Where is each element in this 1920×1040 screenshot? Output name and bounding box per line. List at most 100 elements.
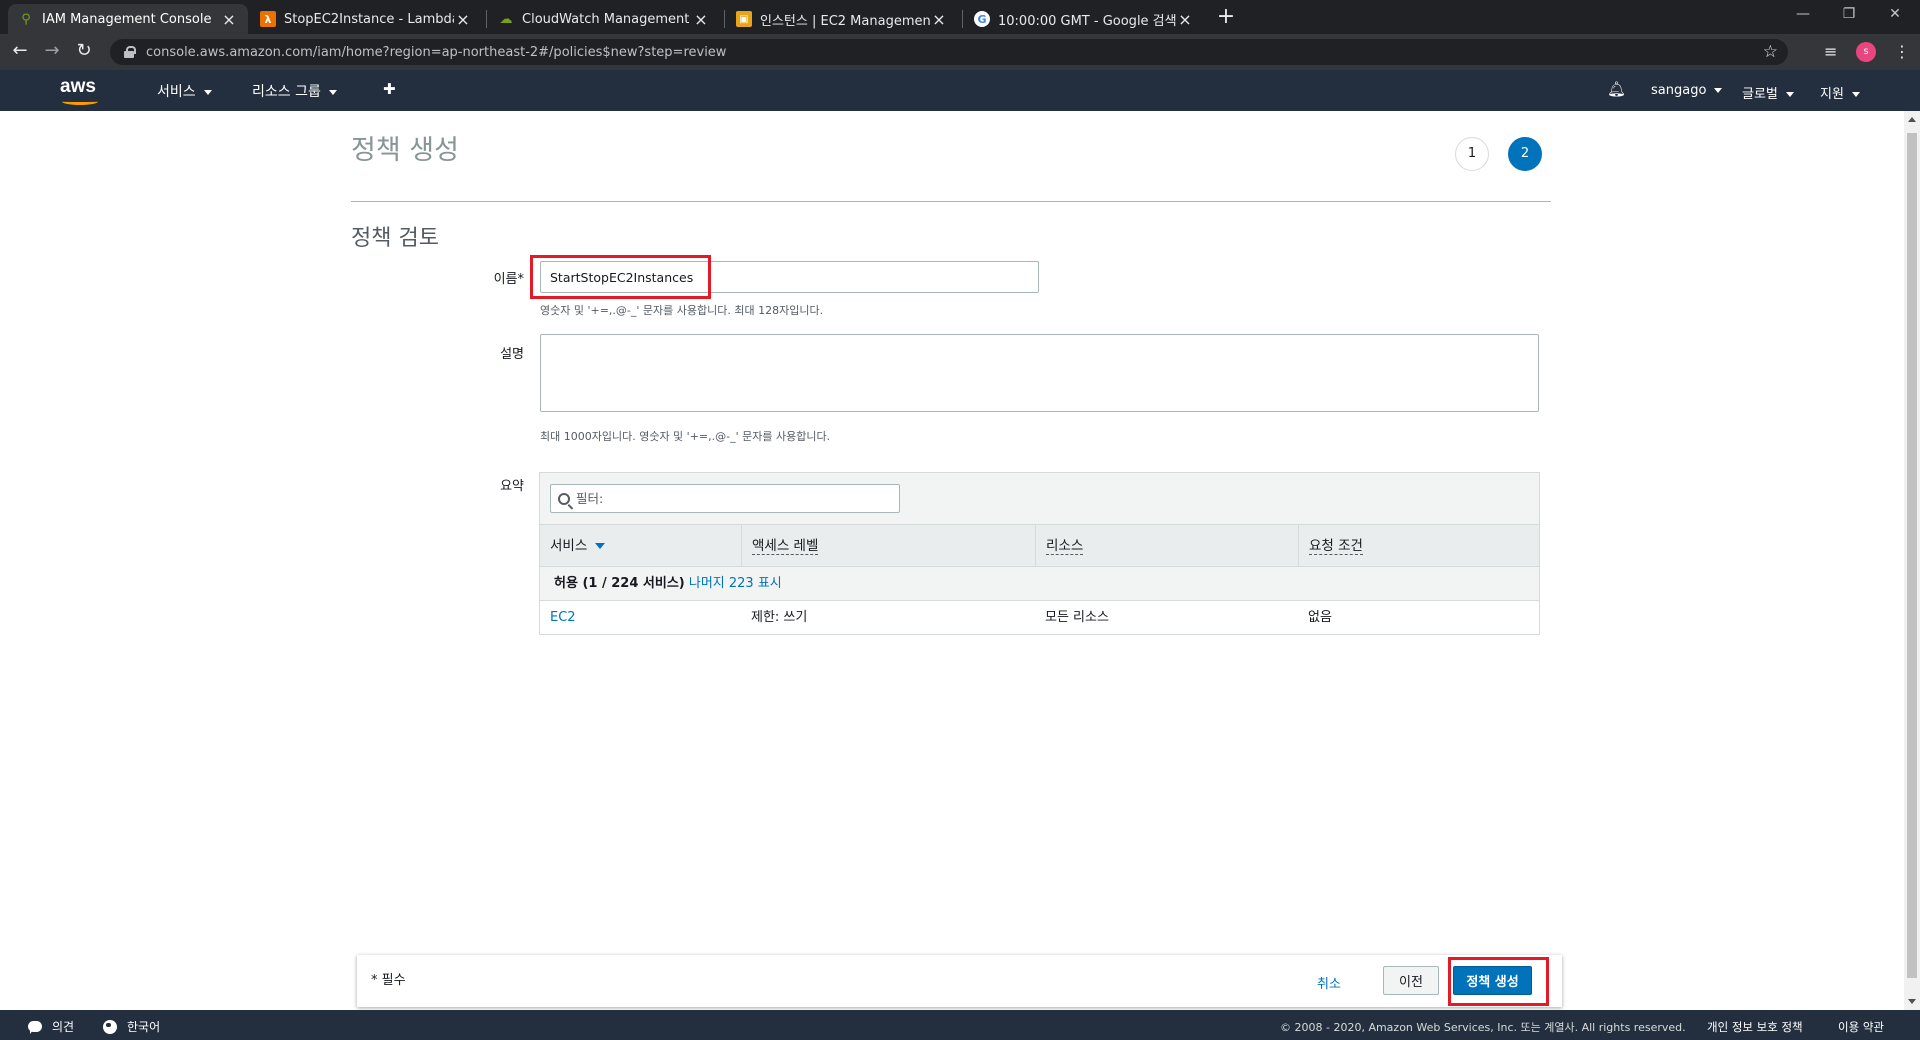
- aws-lambda-icon: λ: [260, 11, 276, 27]
- column-label: 요청 조건: [1309, 538, 1363, 555]
- profile-avatar[interactable]: s: [1856, 42, 1876, 62]
- services-menu[interactable]: 서비스: [157, 81, 212, 101]
- scroll-up-icon[interactable]: [1908, 117, 1916, 122]
- address-bar[interactable]: console.aws.amazon.com/iam/home?region=a…: [110, 39, 1788, 65]
- wizard-step-2: 2: [1508, 137, 1542, 171]
- close-window-icon[interactable]: ✕: [1872, 0, 1918, 30]
- chevron-down-icon: [203, 89, 212, 95]
- tab-separator: [962, 10, 963, 28]
- restore-window-icon[interactable]: ❐: [1826, 0, 1872, 30]
- close-tab-icon[interactable]: ×: [1176, 10, 1194, 29]
- service-link[interactable]: EC2: [550, 610, 576, 625]
- aws-footer: 의견 한국어 © 2008 - 2020, Amazon Web Service…: [0, 1010, 1920, 1040]
- aws-logo-text: aws: [60, 76, 96, 97]
- create-policy-button[interactable]: 정책 생성: [1453, 966, 1532, 995]
- scroll-down-icon[interactable]: [1908, 999, 1916, 1004]
- resource-groups-label: 리소스 그룹: [252, 84, 321, 100]
- account-username: sangago: [1651, 83, 1707, 98]
- filter-box[interactable]: [550, 484, 900, 513]
- close-tab-icon[interactable]: ×: [930, 10, 948, 29]
- column-label: 서비스: [550, 538, 588, 554]
- chevron-down-icon: [1851, 92, 1860, 97]
- back-arrow-icon[interactable]: ←: [8, 40, 32, 64]
- tab-title: 인스턴스 | EC2 Management Co: [760, 13, 930, 29]
- cell-access-level: 제한: 쓰기: [751, 610, 808, 625]
- browser-tab-cloudwatch[interactable]: ☁ CloudWatch Management Cons ×: [488, 4, 720, 34]
- column-header-resource[interactable]: 리소스: [1035, 525, 1298, 567]
- table-header: 서비스 액세스 레벨 리소스 요청 조건: [540, 525, 1539, 567]
- media-queue-icon[interactable]: ≡: [1824, 42, 1837, 61]
- policy-description-input[interactable]: [540, 334, 1539, 412]
- column-header-access-level[interactable]: 액세스 레벨: [741, 525, 1035, 567]
- speech-bubble-icon: [28, 1021, 42, 1034]
- aws-logo[interactable]: aws: [60, 76, 102, 106]
- column-label: 액세스 레벨: [752, 538, 819, 555]
- language-label: 한국어: [127, 1020, 161, 1034]
- minimize-window-icon[interactable]: —: [1780, 0, 1826, 30]
- region-menu[interactable]: 글로벌: [1742, 83, 1794, 102]
- sort-desc-icon[interactable]: [595, 543, 606, 549]
- cancel-button[interactable]: 취소: [1317, 973, 1341, 992]
- column-header-request-condition[interactable]: 요청 조건: [1298, 525, 1539, 567]
- previous-button[interactable]: 이전: [1383, 966, 1439, 995]
- chevron-down-icon: [1714, 88, 1723, 93]
- tab-title: StopEC2Instance - Lambda: [284, 11, 454, 27]
- chevron-down-icon: [1785, 92, 1794, 97]
- copyright-text: © 2008 - 2020, Amazon Web Services, Inc.…: [1280, 1021, 1686, 1034]
- resource-groups-menu[interactable]: 리소스 그룹: [252, 81, 337, 101]
- table-row: EC2 제한: 쓰기 모든 리소스 없음: [540, 601, 1539, 635]
- support-label: 지원: [1820, 87, 1844, 102]
- form-action-bar: * 필수 취소 이전 정책 생성: [357, 955, 1562, 1007]
- policy-name-input[interactable]: [540, 261, 1039, 293]
- pin-icon[interactable]: ✚: [383, 80, 396, 98]
- browser-tab-ec2[interactable]: ▣ 인스턴스 | EC2 Management Co ×: [726, 4, 958, 34]
- language-selector[interactable]: 한국어: [103, 1018, 160, 1035]
- privacy-link[interactable]: 개인 정보 보호 정책: [1707, 1019, 1803, 1035]
- reload-icon[interactable]: ↻: [72, 40, 96, 64]
- scrollbar-thumb[interactable]: [1907, 133, 1917, 978]
- feedback-link[interactable]: 의견: [28, 1018, 74, 1035]
- tab-title: 10:00:00 GMT - Google 검색: [998, 13, 1176, 29]
- tab-separator: [486, 10, 487, 28]
- wizard-step-1[interactable]: 1: [1455, 137, 1489, 171]
- browser-menu-icon[interactable]: ⋮: [1894, 42, 1910, 61]
- description-label: 설명: [500, 347, 524, 362]
- forward-arrow-icon[interactable]: →: [40, 40, 64, 64]
- cell-request-condition: 없음: [1308, 610, 1332, 625]
- tab-title: IAM Management Console: [42, 11, 212, 27]
- name-hint: 영숫자 및 '+=,.@-_' 문자를 사용합니다. 최대 128자입니다.: [540, 304, 824, 317]
- browser-tab-strip: ⚲ IAM Management Console × λ StopEC2Inst…: [0, 0, 1920, 34]
- summary-toolbar: [540, 473, 1539, 525]
- support-menu[interactable]: 지원: [1820, 83, 1860, 102]
- close-tab-icon[interactable]: ×: [454, 10, 472, 29]
- terms-link[interactable]: 이용 약관: [1838, 1019, 1884, 1035]
- page-scrollbar[interactable]: [1904, 111, 1920, 1010]
- bell-icon[interactable]: 🔔︎: [1607, 80, 1626, 98]
- browser-tab-google[interactable]: G 10:00:00 GMT - Google 검색 ×: [964, 4, 1204, 34]
- page-title: 정책 생성: [351, 135, 459, 166]
- name-label: 이름*: [493, 272, 524, 287]
- aws-ec2-icon: ▣: [736, 11, 752, 27]
- browser-tab-lambda[interactable]: λ StopEC2Instance - Lambda ×: [250, 4, 482, 34]
- close-tab-icon[interactable]: ×: [692, 10, 710, 29]
- new-tab-button[interactable]: +: [1212, 4, 1240, 32]
- tab-title: CloudWatch Management Cons: [522, 11, 692, 27]
- allow-group-label: 허용 (1 / 224 서비스): [554, 576, 685, 591]
- show-remaining-link[interactable]: 나머지 223 표시: [689, 576, 782, 591]
- globe-icon: [103, 1019, 117, 1034]
- column-header-service[interactable]: 서비스: [540, 525, 741, 567]
- google-icon: G: [974, 11, 990, 27]
- browser-tab-iam[interactable]: ⚲ IAM Management Console ×: [8, 4, 248, 34]
- aws-top-nav: aws 서비스 리소스 그룹 ✚ 🔔︎ sangago 글로벌 지원: [0, 70, 1920, 111]
- bookmark-star-icon[interactable]: ☆: [1763, 42, 1778, 62]
- description-hint: 최대 1000자입니다. 영숫자 및 '+=,.@-_' 문자를 사용합니다.: [540, 430, 831, 443]
- close-tab-icon[interactable]: ×: [220, 10, 238, 29]
- lock-icon: [124, 46, 136, 58]
- browser-toolbar: ← → ↻ console.aws.amazon.com/iam/home?re…: [0, 34, 1920, 70]
- aws-iam-icon: ⚲: [21, 11, 31, 27]
- account-menu[interactable]: sangago: [1651, 83, 1723, 98]
- cell-service: EC2: [540, 601, 576, 635]
- filter-input[interactable]: [576, 491, 876, 506]
- chevron-down-icon: [328, 89, 337, 95]
- tab-separator: [724, 10, 725, 28]
